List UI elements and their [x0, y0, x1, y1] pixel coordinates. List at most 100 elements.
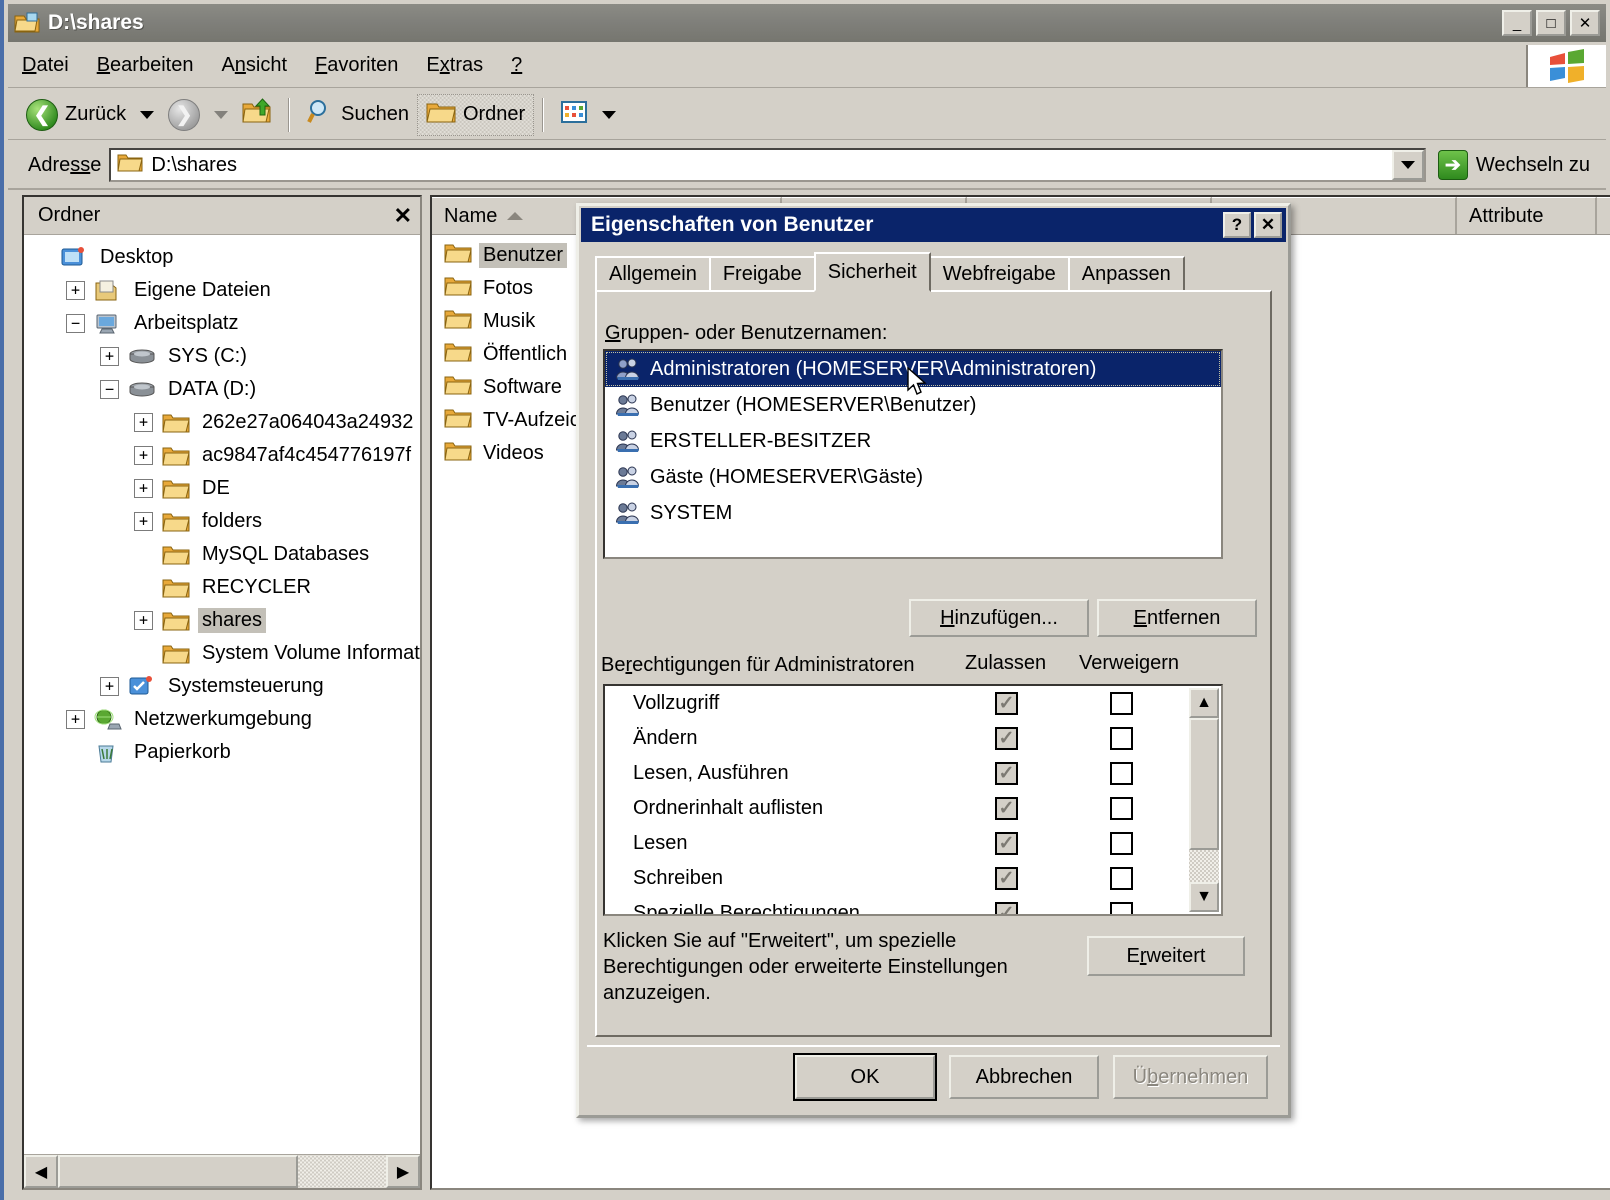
- permissions-listbox[interactable]: Vollzugriff✓Ändern✓Lesen, Ausführen✓Ordn…: [603, 684, 1223, 916]
- allow-checkbox[interactable]: ✓: [995, 902, 1018, 916]
- tree-item-desktop[interactable]: Desktop: [24, 241, 420, 274]
- tree-item-system-volume-informat[interactable]: System Volume Informat: [24, 637, 420, 670]
- collapse-icon[interactable]: −: [66, 314, 85, 333]
- dialog-close-button[interactable]: ✕: [1254, 212, 1282, 238]
- help-button[interactable]: ?: [1223, 212, 1251, 238]
- ok-button[interactable]: OK: [795, 1055, 935, 1099]
- allow-checkbox[interactable]: ✓: [995, 727, 1018, 750]
- dialog-tabs[interactable]: AllgemeinFreigabeSicherheitWebfreigabeAn…: [595, 254, 1272, 290]
- add-button[interactable]: Hinzufügen...: [909, 599, 1089, 637]
- permission-row[interactable]: Schreiben✓: [605, 861, 1221, 896]
- allow-checkbox[interactable]: ✓: [995, 762, 1018, 785]
- goto-button[interactable]: ➔ Wechseln zu: [1438, 150, 1600, 180]
- forward-dropdown-icon[interactable]: [214, 111, 228, 119]
- deny-checkbox[interactable]: [1110, 797, 1133, 820]
- tree-item-shares[interactable]: +shares: [24, 604, 420, 637]
- back-button[interactable]: ❮ Zurück: [18, 95, 134, 135]
- group-list-item[interactable]: Benutzer (HOMESERVER\Benutzer): [605, 387, 1221, 423]
- menu-item-bearbeiten[interactable]: Bearbeiten: [83, 50, 208, 81]
- tree-item-papierkorb[interactable]: Papierkorb: [24, 736, 420, 769]
- permission-row[interactable]: Lesen, Ausführen✓: [605, 756, 1221, 791]
- tree-item-mysql-databases[interactable]: MySQL Databases: [24, 538, 420, 571]
- forward-button[interactable]: ❯: [160, 95, 208, 135]
- folder-tree[interactable]: Desktop+Eigene Dateien−Arbeitsplatz+SYS …: [24, 235, 420, 1154]
- cancel-button[interactable]: Abbrechen: [949, 1055, 1099, 1099]
- hscroll-thumb[interactable]: [58, 1155, 298, 1188]
- close-button[interactable]: ✕: [1570, 10, 1600, 36]
- expand-icon[interactable]: +: [134, 413, 153, 432]
- tree-item-eigene-dateien[interactable]: +Eigene Dateien: [24, 274, 420, 307]
- tree-item-data-d[interactable]: −DATA (D:): [24, 373, 420, 406]
- close-icon[interactable]: ✕: [394, 203, 412, 229]
- deny-checkbox[interactable]: [1110, 867, 1133, 890]
- tree-item-folders[interactable]: +folders: [24, 505, 420, 538]
- deny-checkbox[interactable]: [1110, 692, 1133, 715]
- allow-checkbox[interactable]: ✓: [995, 797, 1018, 820]
- permission-row[interactable]: Lesen✓: [605, 826, 1221, 861]
- allow-checkbox[interactable]: ✓: [995, 832, 1018, 855]
- tree-item-systemsteuerung[interactable]: +Systemsteuerung: [24, 670, 420, 703]
- tree-item-262e27a064043a24932[interactable]: +262e27a064043a24932: [24, 406, 420, 439]
- scroll-right-icon[interactable]: ▶: [386, 1155, 420, 1188]
- menu-item-hilfe[interactable]: ?: [497, 50, 536, 81]
- expand-icon[interactable]: +: [100, 677, 119, 696]
- folder-tree-hscrollbar[interactable]: ◀ ▶: [24, 1154, 420, 1188]
- permission-row[interactable]: Spezielle Berechtigungen✓: [605, 896, 1221, 916]
- tree-item-ac9847af4c454776197f[interactable]: +ac9847af4c454776197f: [24, 439, 420, 472]
- expand-icon[interactable]: +: [66, 710, 85, 729]
- menu-item-favoriten[interactable]: Favoriten: [301, 50, 412, 81]
- deny-checkbox[interactable]: [1110, 832, 1133, 855]
- menu-item-ansicht[interactable]: Ansicht: [207, 50, 301, 81]
- views-dropdown-icon[interactable]: [602, 111, 616, 119]
- folders-button[interactable]: Ordner: [417, 94, 534, 136]
- tree-item-recycler[interactable]: RECYCLER: [24, 571, 420, 604]
- tab-anpassen[interactable]: Anpassen: [1068, 256, 1185, 290]
- group-list-item[interactable]: ERSTELLER-BESITZER: [605, 423, 1221, 459]
- address-input[interactable]: D:\shares: [109, 148, 1425, 182]
- vscroll-thumb[interactable]: [1189, 718, 1219, 850]
- tab-freigabe[interactable]: Freigabe: [709, 256, 816, 290]
- expand-icon[interactable]: +: [100, 347, 119, 366]
- group-list-item[interactable]: Gäste (HOMESERVER\Gäste): [605, 459, 1221, 495]
- expand-icon[interactable]: +: [134, 446, 153, 465]
- allow-checkbox[interactable]: ✓: [995, 867, 1018, 890]
- permission-row[interactable]: Ordnerinhalt auflisten✓: [605, 791, 1221, 826]
- expand-icon[interactable]: +: [134, 479, 153, 498]
- permission-row[interactable]: Vollzugriff✓: [605, 686, 1221, 721]
- apply-button[interactable]: Übernehmen: [1113, 1055, 1268, 1099]
- advanced-button[interactable]: Erweitert: [1087, 936, 1245, 976]
- expand-icon[interactable]: +: [66, 281, 85, 300]
- deny-checkbox[interactable]: [1110, 762, 1133, 785]
- tree-item-sys-c[interactable]: +SYS (C:): [24, 340, 420, 373]
- maximize-button[interactable]: □: [1536, 10, 1566, 36]
- collapse-icon[interactable]: −: [100, 380, 119, 399]
- deny-checkbox[interactable]: [1110, 902, 1133, 916]
- tab-webfreigabe[interactable]: Webfreigabe: [929, 256, 1070, 290]
- views-button[interactable]: [552, 95, 596, 135]
- scroll-up-icon[interactable]: ▲: [1189, 688, 1219, 718]
- permission-row[interactable]: Ändern✓: [605, 721, 1221, 756]
- group-list-item[interactable]: SYSTEM: [605, 495, 1221, 531]
- deny-checkbox[interactable]: [1110, 727, 1133, 750]
- column-header-attribute[interactable]: Attribute: [1457, 197, 1597, 234]
- tree-item-arbeitsplatz[interactable]: −Arbeitsplatz: [24, 307, 420, 340]
- scroll-left-icon[interactable]: ◀: [24, 1155, 58, 1188]
- allow-checkbox[interactable]: ✓: [995, 692, 1018, 715]
- tab-sicherheit[interactable]: Sicherheit: [814, 252, 931, 292]
- vscroll-track[interactable]: [1189, 850, 1219, 882]
- group-list-item[interactable]: Administratoren (HOMESERVER\Administrato…: [605, 351, 1221, 387]
- permissions-vscrollbar[interactable]: ▲ ▼: [1189, 688, 1219, 912]
- scroll-down-icon[interactable]: ▼: [1189, 882, 1219, 912]
- back-dropdown-icon[interactable]: [140, 111, 154, 119]
- minimize-button[interactable]: _: [1502, 10, 1532, 36]
- permission-rows[interactable]: Vollzugriff✓Ändern✓Lesen, Ausführen✓Ordn…: [605, 686, 1221, 916]
- tree-item-de[interactable]: +DE: [24, 472, 420, 505]
- menu-item-extras[interactable]: Extras: [412, 50, 497, 81]
- hscroll-track[interactable]: [58, 1155, 386, 1188]
- tab-allgemein[interactable]: Allgemein: [595, 256, 711, 290]
- expand-icon[interactable]: +: [134, 611, 153, 630]
- menu-item-datei[interactable]: Datei: [8, 50, 83, 81]
- address-dropdown-icon[interactable]: [1392, 150, 1424, 180]
- expand-icon[interactable]: +: [134, 512, 153, 531]
- search-button[interactable]: Suchen: [298, 94, 417, 136]
